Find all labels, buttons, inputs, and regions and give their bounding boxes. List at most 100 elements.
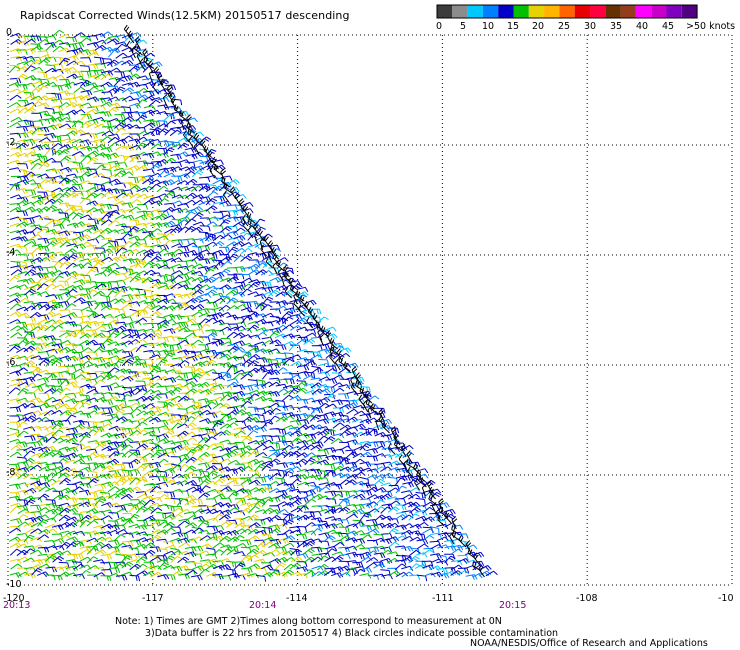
wind-barb	[177, 453, 190, 460]
wind-barb	[101, 445, 114, 452]
wind-barb	[281, 311, 294, 319]
wind-barb	[10, 444, 23, 451]
wind-barb	[218, 246, 231, 253]
wind-barb	[198, 451, 211, 459]
wind-barb	[317, 418, 330, 425]
wind-barb	[16, 367, 29, 374]
wind-barb	[248, 269, 261, 275]
wind-barb	[191, 270, 204, 277]
wind-barb	[254, 286, 267, 292]
wind-barb	[24, 517, 37, 523]
wind-barb	[282, 415, 295, 422]
wind-barb	[318, 343, 331, 350]
wind-barb	[142, 252, 154, 261]
wind-barb	[93, 428, 105, 436]
wind-barb	[72, 212, 84, 220]
wind-barb	[177, 245, 190, 252]
wind-barb	[45, 404, 58, 410]
wind-barb	[66, 536, 79, 543]
lat-label-4: -4	[6, 247, 16, 258]
wind-barb	[262, 445, 275, 451]
wind-barb	[269, 308, 282, 314]
wind-barb	[87, 252, 100, 259]
wind-barb	[220, 384, 233, 391]
wind-barb	[65, 275, 77, 282]
wind-barb	[288, 540, 300, 548]
wind-barb	[128, 468, 141, 475]
wind-barb	[185, 569, 198, 576]
wind-barb	[121, 294, 134, 300]
wind-barb	[240, 400, 253, 408]
wind-barb	[10, 332, 23, 339]
wind-barb	[192, 303, 205, 310]
wind-barb	[185, 561, 197, 567]
wind-barb	[234, 447, 246, 454]
wind-barb	[100, 385, 113, 391]
wind-barb	[268, 320, 281, 326]
wind-barb	[16, 40, 29, 47]
wind-barb	[325, 498, 337, 505]
wind-barb	[163, 206, 176, 213]
wind-barb	[141, 471, 154, 478]
note-line-1: Note: 1) Times are GMT 2)Times along bot…	[115, 616, 502, 627]
wind-barb	[30, 367, 43, 375]
wind-barb	[402, 481, 415, 488]
wind-barb	[163, 363, 175, 370]
wind-barb	[177, 385, 190, 391]
wind-barb	[164, 202, 176, 209]
wind-barb	[17, 271, 30, 277]
wind-barb	[10, 265, 23, 271]
wind-barb	[184, 366, 196, 373]
wind-barb	[29, 549, 43, 555]
wind-barb	[261, 421, 273, 430]
wind-barb	[45, 168, 58, 174]
wind-barb	[162, 239, 175, 248]
wind-barb	[9, 415, 21, 421]
wind-barb	[191, 426, 204, 433]
wind-barb	[44, 517, 57, 523]
wind-barb	[296, 533, 308, 540]
wind-barb	[135, 478, 148, 485]
wind-barb	[289, 461, 302, 468]
wind-barb	[52, 223, 65, 230]
wind-barb	[205, 498, 218, 504]
wind-barb	[58, 502, 71, 508]
wind-barb	[184, 381, 197, 387]
wind-barb	[246, 430, 259, 438]
wind-barb	[101, 313, 114, 319]
wind-barb	[324, 516, 337, 522]
wind-barb	[65, 173, 78, 179]
wind-barb	[178, 315, 190, 322]
wind-barb	[8, 387, 21, 395]
wind-barb	[45, 241, 58, 248]
wind-barb	[72, 513, 84, 520]
wind-barb	[234, 542, 247, 548]
wind-barb	[332, 407, 345, 413]
wind-barb	[331, 566, 344, 573]
wind-barb	[388, 467, 401, 473]
wind-barb	[324, 556, 337, 562]
wind-barb	[317, 449, 330, 455]
wind-barb	[37, 553, 50, 560]
wind-barb	[72, 386, 84, 393]
wind-barb	[24, 572, 36, 579]
wind-barb	[247, 458, 260, 465]
wind-barb	[16, 489, 29, 496]
wind-barb	[310, 528, 323, 536]
wind-barb	[297, 424, 310, 431]
wind-barb	[213, 477, 226, 485]
wind-barb	[92, 117, 106, 123]
wind-barb	[101, 168, 112, 176]
wind-barb	[50, 378, 63, 385]
wind-barb	[9, 536, 22, 543]
wind-barb	[416, 538, 429, 545]
wind-barb	[23, 534, 35, 543]
wind-barb	[115, 529, 128, 535]
wind-barb	[184, 314, 197, 321]
wind-barb	[37, 534, 49, 541]
wind-barb	[51, 294, 63, 301]
wind-barb	[199, 292, 212, 298]
wind-barb	[73, 176, 85, 182]
wind-barb	[23, 371, 36, 377]
wind-barb	[360, 498, 372, 504]
